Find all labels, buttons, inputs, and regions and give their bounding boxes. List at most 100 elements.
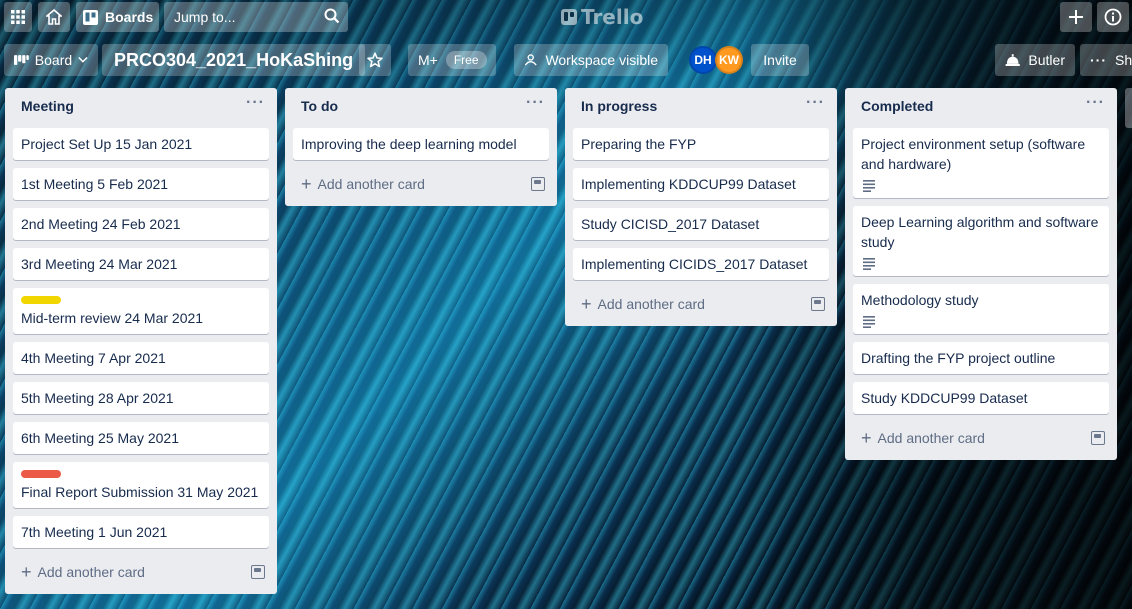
card[interactable]: 4th Meeting 7 Apr 2021 xyxy=(13,342,269,374)
card[interactable]: Implementing CICIDS_2017 Dataset xyxy=(573,248,829,280)
add-card-row: + Add another card xyxy=(5,556,277,588)
card-title: Project Set Up 15 Jan 2021 xyxy=(21,136,193,152)
card-template-icon[interactable] xyxy=(1091,431,1105,445)
card-title: Mid-term review 24 Mar 2021 xyxy=(21,310,204,326)
search-icon[interactable] xyxy=(324,8,340,24)
description-icon xyxy=(863,180,875,192)
list-title[interactable]: Completed xyxy=(861,98,933,114)
mplus-powerup-button[interactable]: M+ Free xyxy=(408,44,496,76)
list-title[interactable]: Meeting xyxy=(21,98,74,114)
search-bar xyxy=(164,2,348,32)
list-header[interactable]: Completed ··· xyxy=(845,88,1117,124)
card[interactable]: Drafting the FYP project outline xyxy=(853,342,1109,374)
card[interactable]: Methodology study xyxy=(853,284,1109,334)
add-card-label: Add another card xyxy=(37,564,145,580)
boards-icon xyxy=(83,9,98,25)
add-card-row: + Add another card xyxy=(845,422,1117,454)
card[interactable]: Preparing the FYP xyxy=(573,128,829,160)
plus-icon: + xyxy=(301,174,312,194)
show-menu-button[interactable]: ··· Sho xyxy=(1080,44,1132,76)
card-title: 6th Meeting 25 May 2021 xyxy=(21,430,179,446)
add-card-row: + Add another card xyxy=(285,168,557,200)
avatar[interactable]: KW xyxy=(715,46,743,74)
info-icon[interactable] xyxy=(1097,2,1129,32)
boards-label: Boards xyxy=(105,9,154,25)
board-header: Board PRCO304_2021_HoKaShing M+ Free Wor… xyxy=(0,40,1132,80)
description-icon xyxy=(863,258,875,270)
card[interactable]: 3rd Meeting 24 Mar 2021 xyxy=(13,248,269,280)
card[interactable]: Project Set Up 15 Jan 2021 xyxy=(13,128,269,160)
home-icon[interactable] xyxy=(38,2,70,32)
invite-button[interactable]: Invite xyxy=(751,44,809,76)
list-completed: Completed ··· Project environment setup (s… xyxy=(845,88,1117,460)
card[interactable]: 1st Meeting 5 Feb 2021 xyxy=(13,168,269,200)
add-card-label: Add another card xyxy=(877,430,985,446)
board-title[interactable]: PRCO304_2021_HoKaShing xyxy=(102,44,366,76)
chevron-down-icon xyxy=(78,57,88,63)
card[interactable]: Implementing KDDCUP99 Dataset xyxy=(573,168,829,200)
card-template-icon[interactable] xyxy=(251,565,265,579)
avatar-initials: DH xyxy=(694,53,712,67)
card[interactable]: Study KDDCUP99 Dataset xyxy=(853,382,1109,414)
list-header[interactable]: In progress ··· xyxy=(565,88,837,124)
card-title: Final Report Submission 31 May 2021 xyxy=(21,484,259,500)
card-title: Drafting the FYP project outline xyxy=(861,350,1056,366)
card-title: 3rd Meeting 24 Mar 2021 xyxy=(21,256,178,272)
card[interactable]: Study CICISD_2017 Dataset xyxy=(573,208,829,240)
plus-icon: + xyxy=(581,294,592,314)
next-list-edge xyxy=(1125,88,1132,128)
card-label[interactable] xyxy=(21,470,61,478)
list-menu-dots-icon[interactable]: ··· xyxy=(1086,95,1105,117)
star-icon[interactable] xyxy=(359,44,391,76)
card-template-icon[interactable] xyxy=(531,177,545,191)
create-plus-icon[interactable] xyxy=(1060,2,1092,32)
card[interactable]: 7th Meeting 1 Jun 2021 xyxy=(13,516,269,548)
card-title: Improving the deep learning model xyxy=(301,136,517,152)
card-list: Improving the deep learning model xyxy=(285,124,557,160)
workspace-visibility-button[interactable]: Workspace visible xyxy=(514,44,668,76)
list-title[interactable]: In progress xyxy=(581,98,657,114)
trello-logo-icon xyxy=(561,9,577,25)
list-to-do: To do ··· Improving the deep learning mode… xyxy=(285,88,557,206)
add-card-button[interactable]: + Add another card xyxy=(581,295,705,313)
add-card-label: Add another card xyxy=(597,296,705,312)
card[interactable]: Improving the deep learning model xyxy=(293,128,549,160)
list-meeting: Meeting ··· Project Set Up 15 Jan 2021 1st … xyxy=(5,88,277,594)
card-title: 2nd Meeting 24 Feb 2021 xyxy=(21,216,181,232)
card[interactable]: Project environment setup (software and … xyxy=(853,128,1109,198)
add-card-row: + Add another card xyxy=(565,288,837,320)
card[interactable]: Mid-term review 24 Mar 2021 xyxy=(13,288,269,334)
workspace-visibility-label: Workspace visible xyxy=(545,52,658,68)
add-card-button[interactable]: + Add another card xyxy=(21,563,145,581)
card-title: Implementing CICIDS_2017 Dataset xyxy=(581,256,808,272)
add-card-button[interactable]: + Add another card xyxy=(861,429,985,447)
trello-logo[interactable]: Trello xyxy=(561,5,643,29)
list-menu-dots-icon[interactable]: ··· xyxy=(806,95,825,117)
board-view-switcher[interactable]: Board xyxy=(4,44,98,76)
card[interactable]: 5th Meeting 28 Apr 2021 xyxy=(13,382,269,414)
card-title: Deep Learning algorithm and software stu… xyxy=(861,214,1099,250)
add-card-button[interactable]: + Add another card xyxy=(301,175,425,193)
list-header[interactable]: To do ··· xyxy=(285,88,557,124)
list-menu-dots-icon[interactable]: ··· xyxy=(526,95,545,117)
butler-button[interactable]: Butler xyxy=(995,44,1075,76)
avatar-initials: KW xyxy=(719,53,739,67)
card[interactable]: 6th Meeting 25 May 2021 xyxy=(13,422,269,454)
card[interactable]: Final Report Submission 31 May 2021 xyxy=(13,462,269,508)
apps-grid-icon[interactable] xyxy=(4,2,32,32)
list-header[interactable]: Meeting ··· xyxy=(5,88,277,124)
card[interactable]: Deep Learning algorithm and software stu… xyxy=(853,206,1109,276)
list-menu-dots-icon[interactable]: ··· xyxy=(246,95,265,117)
card-title: 1st Meeting 5 Feb 2021 xyxy=(21,176,169,192)
add-card-label: Add another card xyxy=(317,176,425,192)
card-list: Project Set Up 15 Jan 2021 1st Meeting 5 … xyxy=(5,124,277,548)
card[interactable]: 2nd Meeting 24 Feb 2021 xyxy=(13,208,269,240)
plus-icon: + xyxy=(861,428,872,448)
avatar[interactable]: DH xyxy=(689,46,717,74)
search-input[interactable] xyxy=(174,9,314,25)
list-title[interactable]: To do xyxy=(301,98,338,114)
card-label[interactable] xyxy=(21,296,61,304)
card-template-icon[interactable] xyxy=(811,297,825,311)
board-view-label: Board xyxy=(34,52,73,68)
boards-button[interactable]: Boards xyxy=(76,2,159,32)
